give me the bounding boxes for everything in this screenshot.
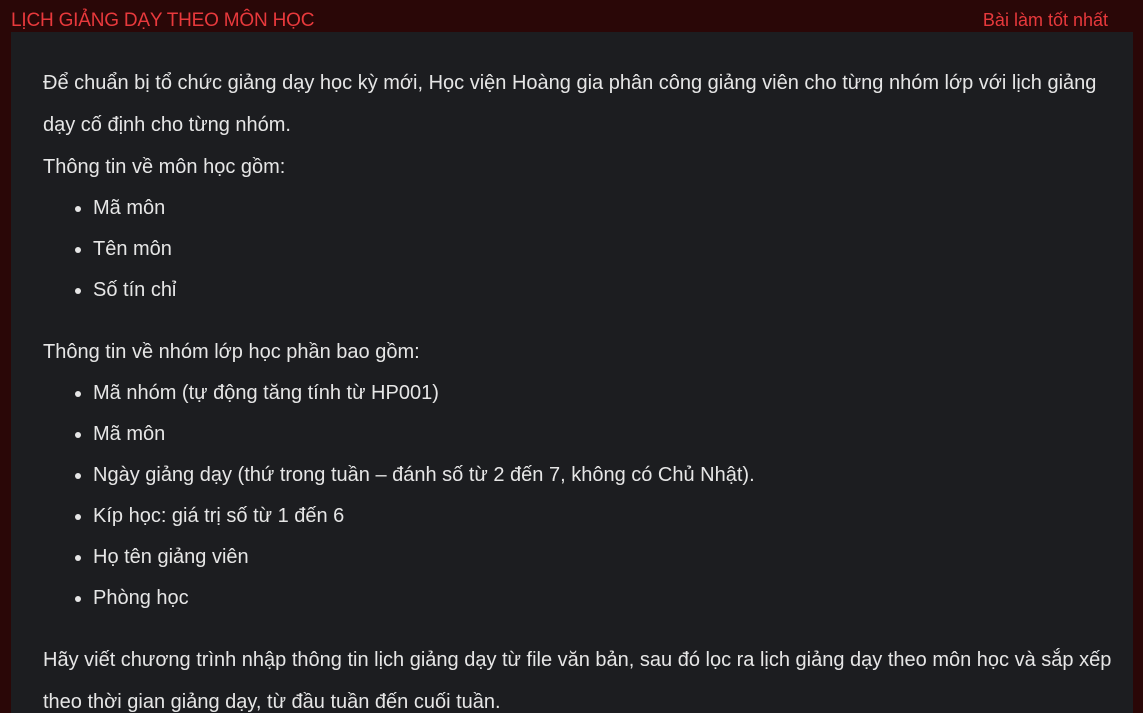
intro-paragraph: Để chuẩn bị tổ chức giảng dạy học kỳ mới… (43, 72, 1097, 136)
problem-title: LỊCH GIẢNG DẠY THEO MÔN HỌC (11, 10, 315, 31)
problem-statement: Để chuẩn bị tổ chức giảng dạy học kỳ mới… (43, 62, 1113, 713)
list-item: Mã môn (75, 188, 1113, 229)
list-item: Ngày giảng dạy (thứ trong tuần – đánh số… (75, 455, 1113, 496)
task-paragraph: Hãy viết chương trình nhập thông tin lịc… (43, 649, 1112, 713)
group-info-list: Mã nhóm (tự động tăng tính từ HP001) Mã … (43, 373, 1113, 619)
header-bar: LỊCH GIẢNG DẠY THEO MÔN HỌC Bài làm tốt … (0, 0, 1143, 32)
course-info-heading: Thông tin về môn học gồm: (43, 156, 286, 178)
list-item: Mã môn (75, 414, 1113, 455)
list-item: Họ tên giảng viên (75, 537, 1113, 578)
list-item: Mã nhóm (tự động tăng tính từ HP001) (75, 373, 1113, 414)
problem-statement-panel: Để chuẩn bị tổ chức giảng dạy học kỳ mới… (11, 32, 1133, 713)
group-info-heading: Thông tin về nhóm lớp học phần bao gồm: (43, 341, 420, 363)
course-info-list: Mã môn Tên môn Số tín chỉ (43, 188, 1113, 311)
list-item: Phòng học (75, 578, 1113, 619)
list-item: Số tín chỉ (75, 270, 1113, 311)
best-submissions-link[interactable]: Bài làm tốt nhất (983, 10, 1108, 31)
list-item: Kíp học: giá trị số từ 1 đến 6 (75, 496, 1113, 537)
list-item: Tên môn (75, 229, 1113, 270)
